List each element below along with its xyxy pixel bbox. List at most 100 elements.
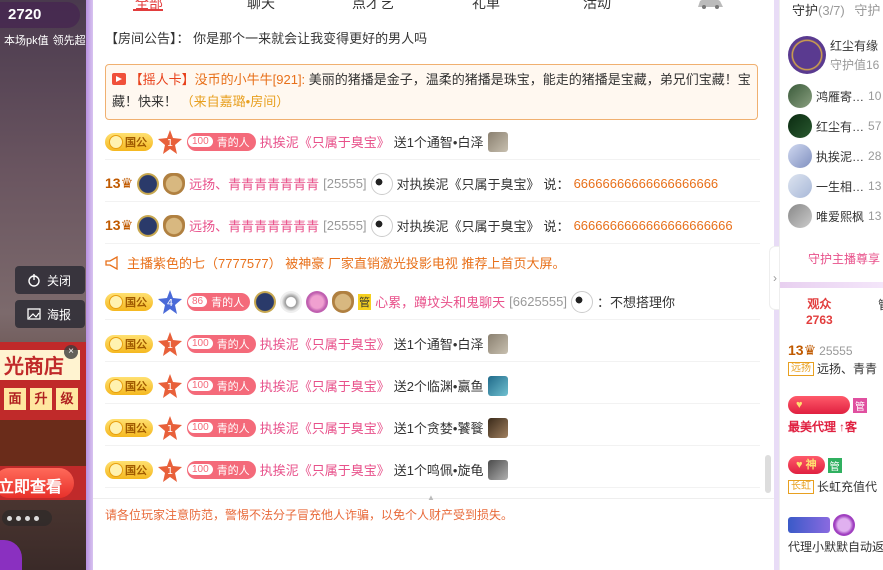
manager-badge: 管	[827, 457, 842, 473]
audience-item-name[interactable]: 代理小默默自动返	[788, 538, 883, 555]
shop-view-button[interactable]: 立即查看	[0, 468, 74, 498]
guard-badge	[163, 172, 186, 195]
star-level-badge: 1	[157, 457, 183, 483]
user-name[interactable]: 执挨泥《只属于臭宝》	[260, 460, 390, 479]
pk-label: 本场pk值	[4, 35, 49, 47]
user-name[interactable]: 执挨泥《只属于臭宝》	[260, 132, 390, 151]
fan-level-badge: 100 青的人	[187, 132, 256, 151]
notice-tag: 【摇人卡】	[129, 72, 195, 87]
target-user[interactable]: 对执挨泥《只属于臭宝》	[397, 174, 540, 193]
svg-text:4: 4	[167, 298, 173, 309]
heart-badge	[306, 290, 329, 313]
poster-button[interactable]: 海报	[15, 300, 85, 328]
close-button[interactable]: 关闭	[15, 266, 85, 294]
fan-level-badge: 100 青的人	[187, 376, 256, 395]
top-guard[interactable]: 红尘有缘 守护值16	[788, 36, 879, 74]
user-name[interactable]: 执挨泥《只属于臭宝》	[260, 418, 390, 437]
guard-count: (3/7)	[818, 3, 845, 18]
user-name[interactable]: 执挨泥《只属于臭宝》	[260, 334, 390, 353]
chat-message: 13♛ 远扬、青青青青青青青 [25555] 对执挨泥《只属于臭宝》 说： 66…	[105, 208, 760, 244]
tab-guard[interactable]: 守护	[792, 3, 818, 18]
svg-text:1: 1	[167, 466, 173, 477]
carousel-dots[interactable]	[2, 510, 52, 526]
shake-card-notice[interactable]: 【摇人卡】没币的小牛牛[921]: 美丽的猪播是金子，温柔的猪播是珠宝，能走的猪…	[105, 64, 758, 120]
audience-item[interactable]	[788, 514, 855, 536]
guard-promo[interactable]: 守护主播尊享	[808, 250, 880, 267]
audience-item-name[interactable]: 远扬 远扬、青青	[788, 360, 877, 377]
guard-name: 红尘有缘	[830, 39, 879, 53]
wealth-level-badge: 13♛	[105, 217, 134, 233]
announcement-label: 【房间公告】：	[105, 31, 190, 46]
title-badge	[788, 517, 830, 533]
room-announcement: 【房间公告】： 你是那个一来就会让我变得更好的男人吗	[105, 28, 427, 47]
star-level-badge: 1	[157, 129, 183, 155]
collapse-icon[interactable]: ▲	[427, 493, 435, 502]
audience-item-name[interactable]: 最美代理 ↑客	[788, 418, 857, 435]
chat-message: 国公 4 86 青的人 管 心累，蹲坟头和鬼聊天 [6625555] ：不想搭理你	[105, 284, 760, 320]
gift-icon	[487, 417, 508, 438]
svg-text:1: 1	[167, 424, 173, 435]
avatar	[788, 36, 826, 74]
audience-item[interactable]: 13♛ 25555	[788, 342, 853, 359]
guogong-badge: 国公	[105, 292, 153, 311]
tab-all[interactable]: 全部	[135, 0, 163, 13]
tab-manager[interactable]: 管	[878, 296, 883, 313]
notice-source[interactable]: （来自嘉璐•房间）	[181, 94, 290, 109]
tab-talent[interactable]: 点才艺	[352, 0, 394, 13]
user-name[interactable]: 远扬、青青青青青青青	[189, 174, 319, 193]
noble-badge	[137, 214, 160, 237]
chat-scrollbar[interactable]	[765, 455, 771, 493]
target-user[interactable]: 对执挨泥《只属于臭宝》	[397, 216, 540, 235]
guard-value: 13	[868, 209, 882, 223]
fan-badge: 远扬	[788, 361, 814, 376]
gift-icon	[487, 375, 508, 396]
audience-item-name[interactable]: 长虹 长虹充值代	[788, 478, 877, 495]
user-id: [6625555]	[509, 294, 567, 309]
chat-message: 国公 1 100 青的人 执挨泥《只属于臭宝》 送1个贪婪•饕餮	[105, 410, 760, 446]
tab-audience[interactable]: 观众 2763	[806, 296, 833, 328]
shop-sub-char: 面	[4, 388, 26, 410]
say-label: 说：	[543, 219, 570, 234]
audience-item[interactable]: ♥ 神 管	[788, 456, 842, 474]
guard-name: 红尘有…	[816, 119, 865, 134]
guard-item[interactable]: 唯爱熙枫 13	[788, 204, 881, 228]
avatar	[788, 174, 812, 198]
noble-pill-badge: ♥ 神	[788, 456, 825, 474]
guard-item[interactable]: 鸿雁寄… 10	[788, 84, 881, 108]
guard-name: 一生相…	[816, 179, 865, 194]
shop-sub-char: 升	[30, 388, 52, 410]
tab-chat[interactable]: 聊天	[247, 0, 275, 13]
panda-icon	[370, 214, 393, 237]
shop-banner[interactable]: 光商店 × 面 升 级 立即查看	[0, 342, 86, 500]
star-level-badge: 1	[157, 331, 183, 357]
car-icon[interactable]	[695, 0, 725, 9]
user-name[interactable]: 执挨泥《只属于臭宝》	[260, 376, 390, 395]
audience-item[interactable]: ♥ 管	[788, 396, 867, 414]
gift-icon	[487, 131, 508, 152]
audience-name-suffix: ↑客	[839, 420, 858, 434]
tab-activity[interactable]: 活动	[583, 0, 611, 13]
guard-tabs: 守护(3/7) 守护	[792, 0, 880, 19]
avatar	[788, 144, 812, 168]
guard-item[interactable]: 执挨泥… 28	[788, 144, 881, 168]
panda-icon	[370, 172, 393, 195]
guogong-badge: 国公	[105, 460, 153, 479]
manager-badge: 管	[358, 293, 372, 310]
guogong-badge: 国公	[105, 132, 153, 151]
user-name[interactable]: 远扬、青青青青青青青	[189, 216, 319, 235]
audience-name: 代理小默默自动返	[788, 540, 883, 554]
user-name[interactable]: 心累，蹲坟头和鬼聊天	[375, 292, 505, 311]
user-id: [25555]	[323, 176, 367, 191]
tab-guard-2[interactable]: 守护	[854, 3, 880, 18]
avatar	[788, 114, 812, 138]
guard-value: 13	[868, 179, 882, 193]
guard-item[interactable]: 红尘有… 57	[788, 114, 881, 138]
tab-gift-list[interactable]: 礼单	[472, 0, 500, 13]
close-icon[interactable]: ×	[64, 345, 78, 359]
notice-user[interactable]: 没币的小牛牛[921]:	[195, 72, 306, 87]
manager-badge: 管	[853, 397, 867, 413]
gift-icon	[487, 333, 508, 354]
guard-audience-panel: 守护(3/7) 守护 红尘有缘 守护值16 鸿雁寄… 10 红尘有… 57 执挨泥……	[779, 0, 883, 570]
guard-item[interactable]: 一生相… 13	[788, 174, 881, 198]
wealth-level-badge: 13♛	[105, 175, 134, 191]
